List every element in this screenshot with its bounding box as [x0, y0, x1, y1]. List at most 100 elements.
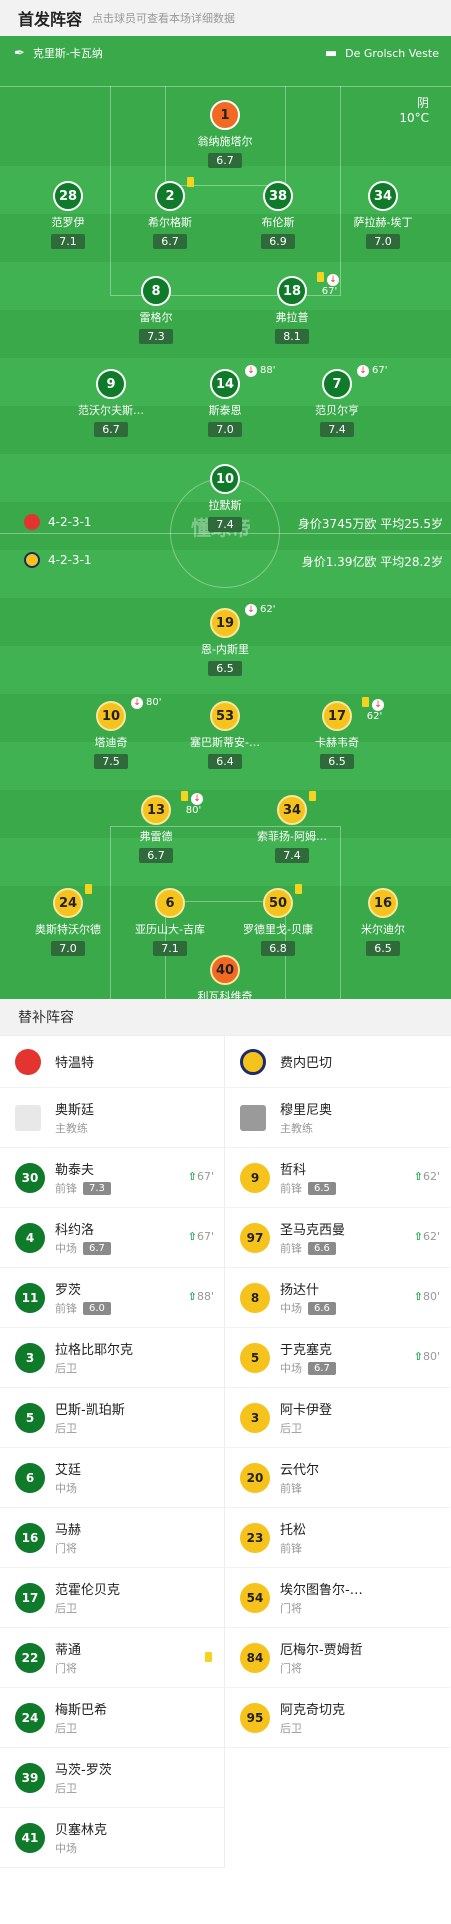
sub-position: 后卫	[55, 1602, 77, 1615]
sub-row[interactable]: 11 罗茨 前锋 6.0 ⇧88'	[0, 1268, 224, 1328]
home-player[interactable]: 1 翁纳施塔尔 6.7	[170, 100, 280, 168]
away-player[interactable]: 10 塔迪奇 7.5 ↓ 80'	[56, 697, 166, 769]
lineup-header: 首发阵容 点击球员可查看本场详细数据	[0, 0, 451, 36]
sub-row[interactable]: 20 云代尔 前锋	[225, 1448, 450, 1508]
player-number: 28	[53, 181, 83, 211]
home-player[interactable]: 38 布伦斯 6.9	[223, 181, 333, 249]
sub-row[interactable]: 39 马茨-罗茨 后卫	[0, 1748, 224, 1808]
player-rating: 7.3	[139, 329, 173, 344]
sub-row[interactable]: 30 勒泰夫 前锋 7.3 ⇧67'	[0, 1148, 224, 1208]
sub-minute: 62'	[260, 604, 276, 615]
player-number: 10	[96, 701, 126, 731]
sub-row[interactable]: 54 埃尔图鲁尔-… 门将	[225, 1568, 450, 1628]
fenerbahce-logo-icon	[240, 1048, 266, 1075]
sub-position: 后卫	[55, 1782, 77, 1795]
weather-label: 阴	[416, 96, 429, 110]
yellow-card-icon	[362, 697, 369, 707]
sub-number: 17	[15, 1582, 45, 1613]
sub-row[interactable]: 24 梅斯巴希 后卫	[0, 1688, 224, 1748]
sub-name: 哲科	[280, 1163, 307, 1178]
home-player[interactable]: 10 拉默斯 7.4	[170, 464, 280, 532]
sub-row[interactable]: 5 于克塞克 中场 6.7 ⇧80'	[225, 1328, 450, 1388]
player-rating: 6.8	[261, 941, 295, 956]
sub-position: 前锋	[280, 1182, 302, 1195]
stadium-name: De Grolsch Veste	[345, 46, 439, 60]
home-player[interactable]: 2 希尔格斯 6.7	[115, 177, 225, 249]
sub-row[interactable]: 5 巴斯-凯珀斯 后卫	[0, 1388, 224, 1448]
sub-row[interactable]: 97 圣马克西曼 前锋 6.6 ⇧62'	[225, 1208, 450, 1268]
sub-rating: 6.0	[83, 1301, 111, 1315]
home-player[interactable]: 18 弗拉普 8.1 ↓67'	[237, 272, 347, 344]
away-player[interactable]: 24 奥斯特沃尔德 7.0	[13, 884, 123, 956]
player-name: 弗雷德	[139, 830, 173, 843]
sub-name: 勒泰夫	[55, 1163, 95, 1178]
sub-minute: 80'	[422, 1350, 440, 1363]
home-player[interactable]: 9 范沃尔夫斯… 6.7	[56, 369, 166, 437]
sub-row[interactable]: 3 拉格比耶尔克 后卫	[0, 1328, 224, 1388]
player-number: 38	[263, 181, 293, 211]
home-team-row: 特温特	[0, 1036, 224, 1088]
player-rating: 6.9	[261, 234, 295, 249]
sub-row[interactable]: 95 阿克奇切克 后卫	[225, 1688, 450, 1748]
player-rating: 7.1	[153, 941, 187, 956]
sub-row[interactable]: 6 艾廷 中场	[0, 1448, 224, 1508]
sub-rating: 6.6	[308, 1301, 336, 1315]
sub-position: 前锋	[280, 1482, 302, 1495]
player-number: 40	[210, 955, 240, 985]
away-player[interactable]: 13 弗雷德 6.7 ↓80'	[101, 791, 211, 863]
away-player[interactable]: 34 索菲扬-阿姆… 7.4	[237, 791, 347, 863]
sub-row[interactable]: 17 范霍伦贝克后卫	[0, 1568, 224, 1628]
away-player[interactable]: 40利瓦科维奇8.5	[170, 955, 280, 999]
away-coach-row[interactable]: 穆里尼奥 主教练	[225, 1088, 450, 1148]
player-name: 罗德里戈-贝康	[243, 923, 313, 936]
sub-row[interactable]: 41 贝塞林克 中场	[0, 1808, 224, 1868]
sub-minute: 67'	[196, 1170, 214, 1183]
sub-row[interactable]: 9 哲科 前锋 6.5 ⇧62'	[225, 1148, 450, 1208]
sub-row[interactable]: 23 托松 前锋	[225, 1508, 450, 1568]
player-rating: 6.7	[94, 422, 128, 437]
sub-minute: 62'	[366, 711, 383, 722]
sub-row[interactable]: 22 蒂通 门将	[0, 1628, 224, 1688]
sub-number: 22	[15, 1642, 45, 1673]
sub-name: 艾廷	[55, 1463, 82, 1478]
player-rating: 7.4	[275, 848, 309, 863]
away-player[interactable]: 50 罗德里戈-贝康 6.8	[223, 884, 333, 956]
sub-row[interactable]: 16 马赫 门将	[0, 1508, 224, 1568]
sub-position: 门将	[280, 1602, 302, 1615]
sub-minute: 67'	[372, 365, 388, 376]
home-player[interactable]: 34 萨拉赫-埃丁 7.0	[328, 181, 438, 249]
away-player[interactable]: 6 亚历山大-吉库 7.1	[115, 888, 225, 956]
sub-position: 中场	[55, 1242, 77, 1255]
sub-name: 云代尔	[280, 1463, 320, 1478]
player-number: 34	[368, 181, 398, 211]
player-number: 50	[263, 888, 293, 918]
sub-name: 马茨-罗茨	[55, 1763, 112, 1778]
home-player[interactable]: 28 范罗伊 7.1	[13, 181, 123, 249]
player-number: 2	[155, 181, 185, 211]
player-number: 18	[277, 276, 307, 306]
stadium-icon: ▬	[324, 45, 338, 61]
sub-row[interactable]: 3 阿卡伊登 后卫	[225, 1388, 450, 1448]
sub-name: 范霍伦贝克	[55, 1583, 121, 1598]
home-player[interactable]: 7 范贝尔亨 7.4 ↓ 67'	[282, 365, 392, 437]
sub-name: 贝塞林克	[55, 1823, 108, 1838]
temperature-label: 10°C	[399, 111, 429, 125]
home-player[interactable]: 14 斯泰恩 7.0 ↓ 88'	[170, 365, 280, 437]
home-coach-row[interactable]: 奥斯廷 主教练	[0, 1088, 224, 1148]
home-player[interactable]: 8 雷格尔 7.3	[101, 276, 211, 344]
away-player[interactable]: 53 塞巴斯蒂安-… 6.4	[170, 701, 280, 769]
sub-name: 科约洛	[55, 1223, 95, 1238]
sub-row[interactable]: 84 厄梅尔-贾姆哲 门将	[225, 1628, 450, 1688]
yellow-card-icon	[295, 884, 302, 894]
sub-row[interactable]: 8 扬达什 中场 6.6 ⇧80'	[225, 1268, 450, 1328]
away-player[interactable]: 17 卡赫韦奇 6.5 ↓62'	[282, 697, 392, 769]
player-rating: 6.4	[208, 754, 242, 769]
away-player[interactable]: 16 米尔迪尔 6.5	[328, 888, 438, 956]
sub-minute: 80'	[422, 1290, 440, 1303]
away-player[interactable]: 19 恩-内斯里 6.5 ↓ 62'	[170, 604, 280, 676]
sub-position: 前锋	[55, 1182, 77, 1195]
player-rating: 7.0	[366, 234, 400, 249]
player-name: 利瓦科维奇	[197, 990, 253, 999]
yellow-card-icon	[309, 791, 316, 801]
sub-row[interactable]: 4 科约洛 中场 6.7 ⇧67'	[0, 1208, 224, 1268]
